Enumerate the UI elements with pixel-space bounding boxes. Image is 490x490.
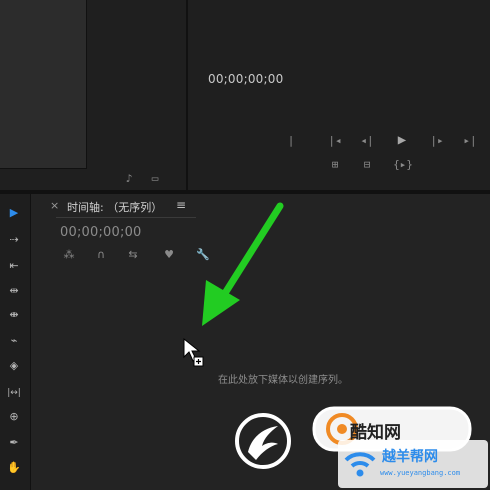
tools-panel: ▶ ⇢ ⇤ ⇹ ⇼ ⌁ ◈ |↔| ⊕ ✒ ✋ (0, 194, 31, 490)
trim-edit-icon[interactable]: {▸} (392, 158, 414, 171)
go-to-out-button[interactable]: ▸| (461, 134, 479, 147)
tab-underline (56, 217, 196, 218)
rolling-edit-tool-icon[interactable]: ⇹ (4, 282, 24, 300)
drag-cursor-icon (183, 337, 204, 367)
watermark-site: 越羊帮网 www.yueyangbang.com (338, 440, 488, 488)
nest-sequence-icon[interactable]: ⁂ (62, 248, 76, 261)
export-frame-icon[interactable]: ▭ (146, 172, 164, 185)
extract-icon[interactable]: ⊟ (358, 158, 376, 171)
slip-tool-icon[interactable]: ◈ (4, 357, 24, 375)
slide-tool-icon[interactable]: |↔| (4, 384, 24, 402)
pen-tool-icon[interactable]: ⊕ (4, 408, 24, 426)
step-back-button[interactable]: ◂| (358, 134, 376, 147)
track-select-tool-icon[interactable]: ⇢ (4, 231, 24, 249)
rate-stretch-tool-icon[interactable]: ⇼ (4, 306, 24, 324)
watermark-site-name: 越羊帮网 (382, 449, 438, 465)
pen-icon[interactable]: ✒ (4, 434, 24, 452)
drop-media-hint: 在此处放下媒体以创建序列。 (218, 375, 348, 386)
source-viewer (0, 0, 87, 169)
go-to-in-button[interactable]: |◂ (326, 134, 344, 147)
timeline-tab-title[interactable]: 时间轴: （无序列） (67, 199, 162, 215)
watermark-logo-icon (235, 413, 291, 469)
audio-toggle-icon[interactable]: ♪ (120, 172, 138, 185)
wifi-icon (344, 452, 376, 477)
add-marker-icon[interactable]: ♥ (162, 248, 176, 261)
razor-tool-icon[interactable]: ⌁ (4, 332, 24, 350)
step-forward-button[interactable]: |▸ (428, 134, 446, 147)
ripple-edit-tool-icon[interactable]: ⇤ (4, 257, 24, 275)
selection-tool-icon[interactable]: ▶ (4, 204, 24, 222)
mark-in-button[interactable]: | (282, 134, 300, 147)
program-timecode[interactable]: 00;00;00;00 (208, 72, 283, 86)
play-button[interactable]: ▶ (393, 132, 411, 148)
panel-menu-icon[interactable]: ≡ (176, 198, 186, 212)
watermark-site-url: www.yueyangbang.com (380, 469, 461, 477)
lift-icon[interactable]: ⊞ (326, 158, 344, 171)
snap-icon[interactable]: ∩ (94, 248, 108, 261)
timeline-timecode[interactable]: 00;00;00;00 (60, 225, 142, 240)
close-tab-icon[interactable]: × (50, 199, 59, 212)
hand-tool-icon[interactable]: ✋ (4, 459, 24, 477)
annotation-arrow-icon (202, 202, 284, 326)
linked-selection-icon[interactable]: ⇆ (126, 248, 140, 261)
